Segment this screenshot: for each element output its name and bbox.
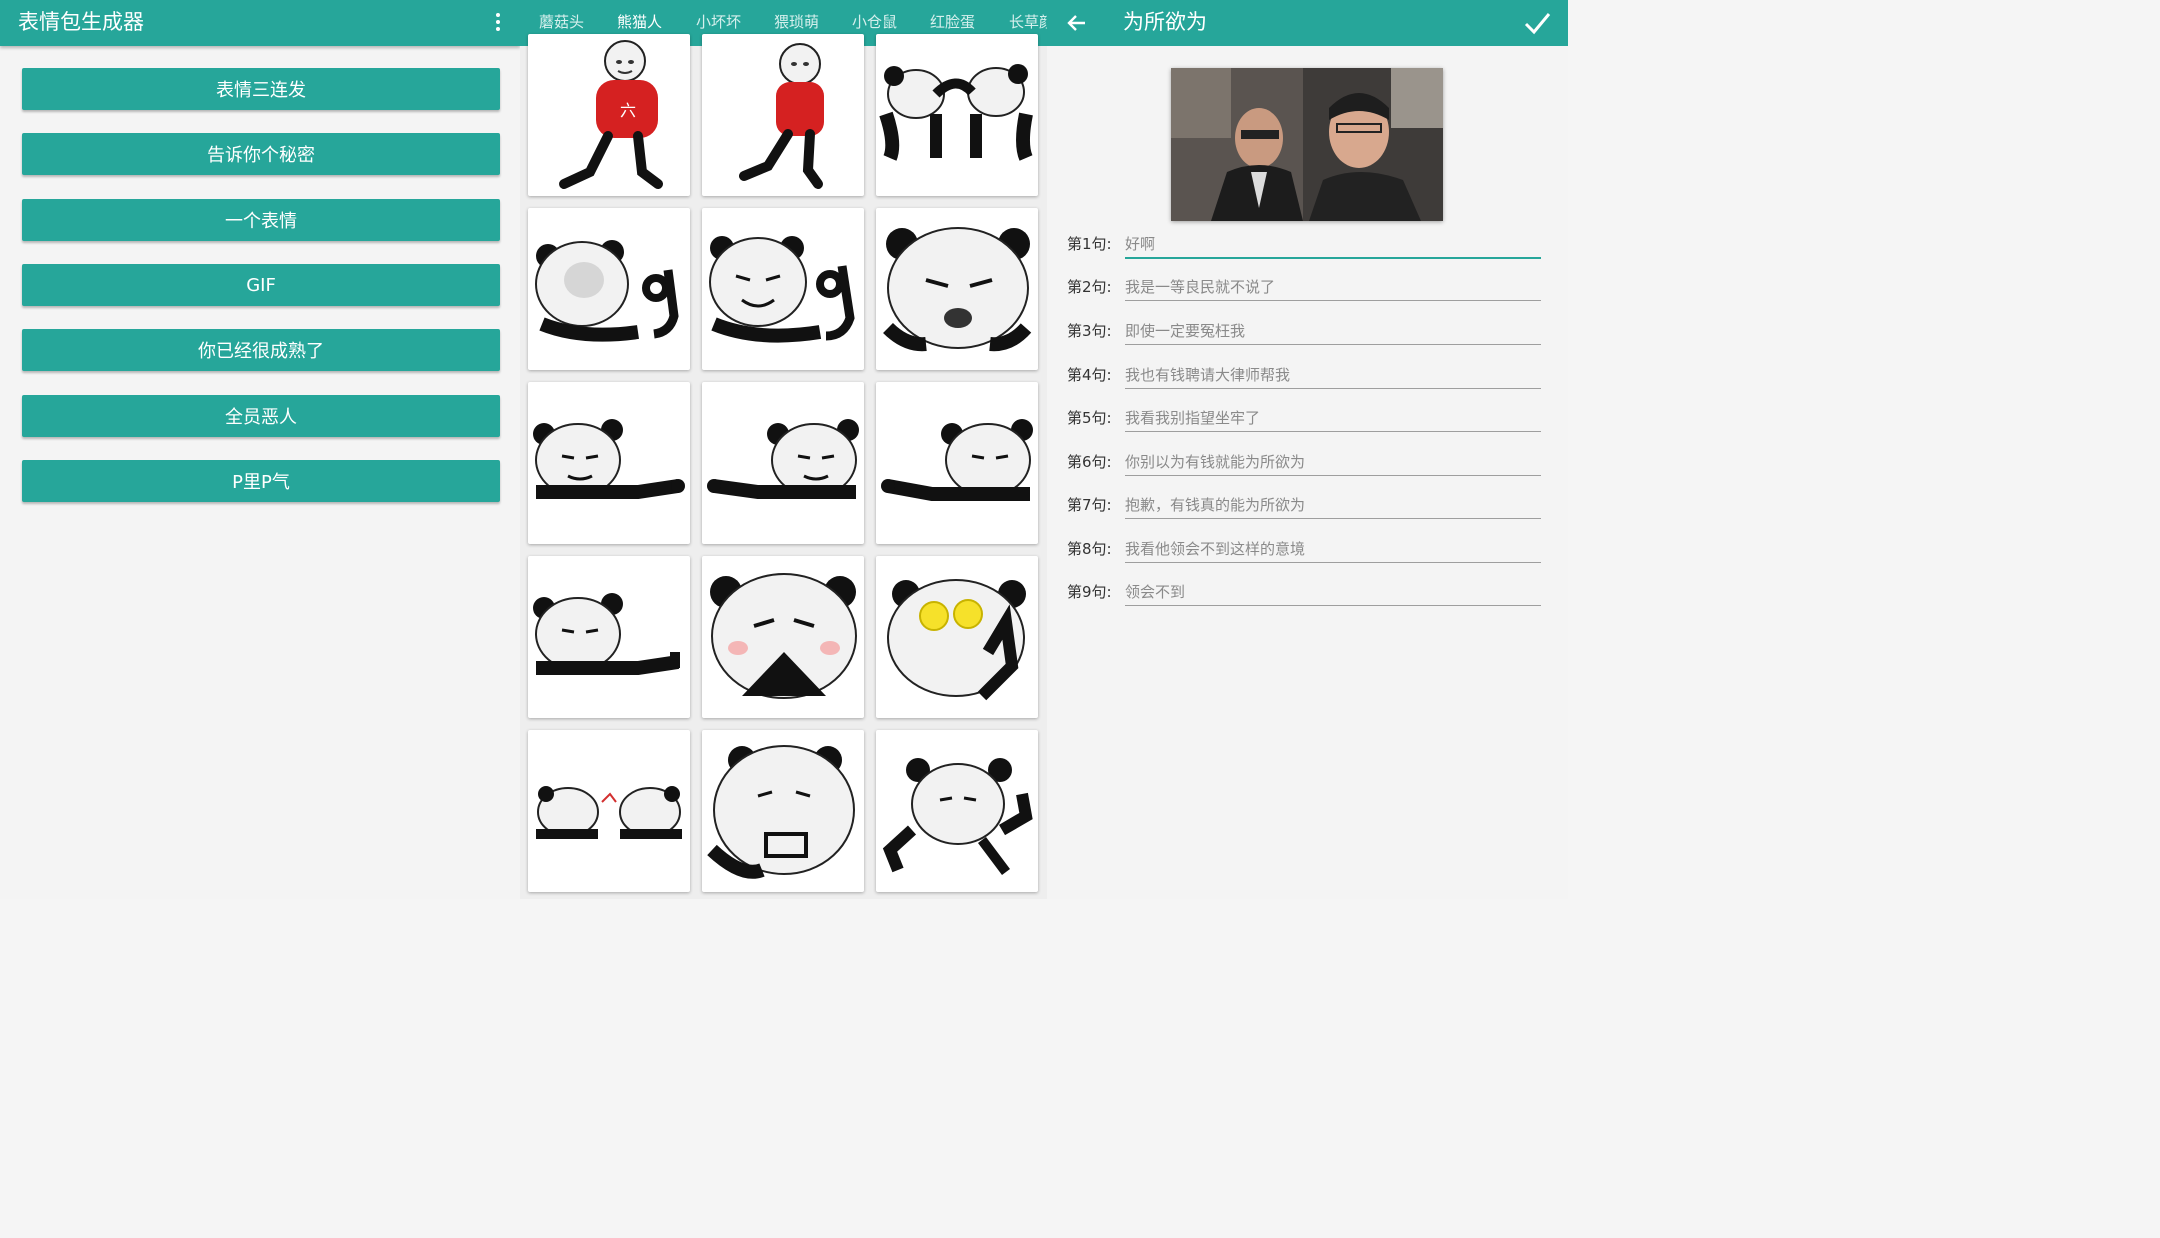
app-title: 表情包生成器 [18,10,144,34]
app-toolbar: 表情包生成器 [0,0,520,46]
sentence-label: 第6句: [1067,453,1112,471]
sentence-input-2[interactable] [1125,272,1541,301]
sticker-item[interactable] [702,208,864,370]
sentence-label: 第2句: [1067,278,1112,296]
sentence-input-6[interactable] [1125,447,1541,476]
sentence-label: 第3句: [1067,322,1112,340]
menu-button-pliqi[interactable]: P里P气 [22,460,500,502]
sentence-input-7[interactable] [1125,490,1541,519]
sticker-item[interactable] [876,382,1038,544]
template-title: 为所欲为 [1123,10,1207,34]
sentence-input-8[interactable] [1125,534,1541,563]
editor-panel: 为所欲为 第1句: 第2句: 第3句: 第4句: [1047,0,1568,899]
menu-button-gif[interactable]: GIF [22,264,500,306]
sticker-item[interactable] [702,382,864,544]
menu-button-triple[interactable]: 表情三连发 [22,68,500,110]
sticker-item[interactable] [702,556,864,718]
sentence-row-3: 第3句: [1067,316,1543,346]
sentence-input-4[interactable] [1125,360,1541,389]
more-vert-icon[interactable] [490,11,506,35]
sentence-input-1[interactable] [1125,229,1541,259]
sentence-label: 第7句: [1067,496,1112,514]
menu-button-single[interactable]: 一个表情 [22,199,500,241]
arrow-back-icon[interactable] [1065,11,1089,35]
sticker-item[interactable] [528,556,690,718]
menu-button-villains[interactable]: 全员恶人 [22,395,500,437]
sentence-row-1: 第1句: [1067,229,1543,259]
menu-button-secret[interactable]: 告诉你个秘密 [22,133,500,175]
sentence-label: 第9句: [1067,583,1112,601]
sticker-item[interactable] [876,556,1038,718]
sticker-item[interactable] [702,34,864,196]
editor-toolbar: 为所欲为 [1047,0,1568,46]
sentence-label: 第1句: [1067,235,1112,253]
sticker-item[interactable] [876,208,1038,370]
sticker-item[interactable]: 六 [528,34,690,196]
sticker-item[interactable] [702,730,864,892]
sentence-row-5: 第5句: [1067,403,1543,433]
sentence-label: 第5句: [1067,409,1112,427]
svg-text:六: 六 [620,101,636,120]
menu-button-mature[interactable]: 你已经很成熟了 [22,329,500,371]
sentence-row-8: 第8句: [1067,534,1543,564]
sticker-item[interactable] [528,382,690,544]
sentence-row-2: 第2句: [1067,272,1543,302]
sticker-item[interactable] [876,730,1038,892]
sentence-label: 第8句: [1067,540,1112,558]
sticker-item[interactable] [528,730,690,892]
sentence-label: 第4句: [1067,366,1112,384]
sentence-input-3[interactable] [1125,316,1541,345]
sentence-input-5[interactable] [1125,403,1541,432]
sticker-item[interactable] [528,208,690,370]
sticker-item[interactable] [876,34,1038,196]
sentence-row-9: 第9句: [1067,577,1543,607]
left-panel: 表情包生成器 表情三连发 告诉你个秘密 一个表情 GIF 你已经很成熟了 全员恶… [0,0,520,899]
sentence-row-6: 第6句: [1067,447,1543,477]
sentence-input-9[interactable] [1125,577,1541,606]
template-preview-image [1171,68,1443,221]
sentence-row-7: 第7句: [1067,490,1543,520]
sticker-panel: 蘑菇头 熊猫人 小坏坏 猥琐萌 小仓鼠 红脸蛋 长草颜 六 [520,0,1047,899]
sentence-row-4: 第4句: [1067,360,1543,390]
check-icon[interactable] [1523,10,1551,36]
